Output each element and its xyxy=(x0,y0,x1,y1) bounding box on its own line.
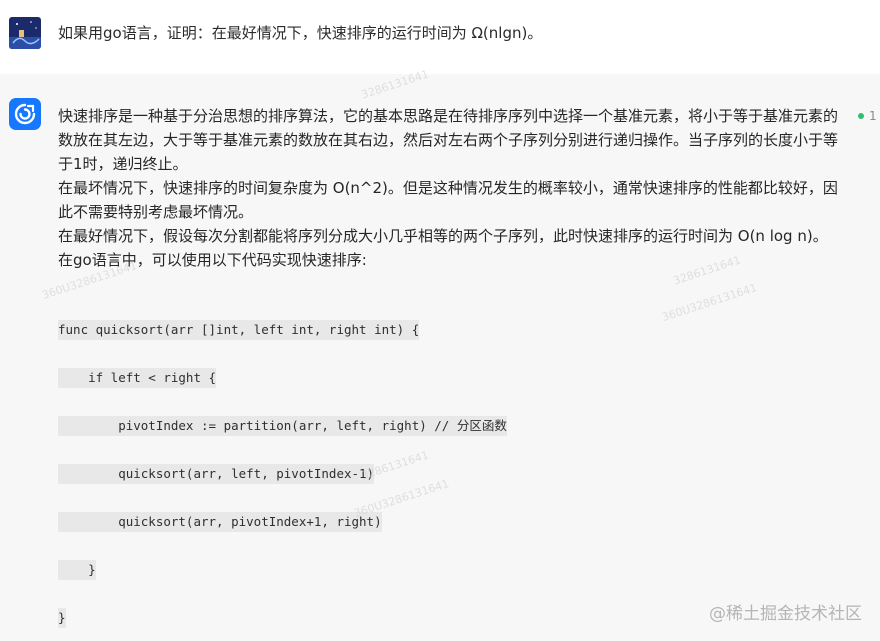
code-line: func quicksort(arr []int, left int, righ… xyxy=(58,320,420,340)
assistant-message-row: 1 快速排序是一种基于分治思想的排序算法，它的基本思路是在待排序序列中选择一个基… xyxy=(0,68,880,641)
code-line: } xyxy=(58,560,96,580)
code-line: } xyxy=(58,608,66,628)
answer-paragraph: 在go语言中，可以使用以下代码实现快速排序: xyxy=(58,251,367,269)
user-question-text: 如果用go语言，证明：在最好情况下，快速排序的运行时间为 Ω(nlgn)。 xyxy=(58,24,543,42)
code-line: quicksort(arr, left, pivotIndex-1) xyxy=(58,464,375,484)
code-line: if left < right { xyxy=(58,368,217,388)
code-line: pivotIndex := partition(arr, left, right… xyxy=(58,416,507,436)
assistant-avatar-icon xyxy=(9,98,41,130)
status-label: 1 xyxy=(869,109,877,123)
site-watermark: @稀土掘金技术社区 xyxy=(709,604,862,624)
answer-paragraph: 在最坏情况下，快速排序的时间复杂度为 O(n^2)。但是这种情况发生的概率较小，… xyxy=(58,179,838,221)
answer-paragraph: 在最好情况下，假设每次分割都能将序列分成大小几乎相等的两个子序列，此时快速排序的… xyxy=(58,227,828,245)
watermark-text: 360U3286131641 xyxy=(660,281,759,324)
response-status[interactable]: 1 xyxy=(858,109,877,123)
answer-paragraph: 快速排序是一种基于分治思想的排序算法，它的基本思路是在待排序序列中选择一个基准元… xyxy=(58,107,839,173)
user-message-row: 如果用go语言，证明：在最好情况下，快速排序的运行时间为 Ω(nlgn)。 xyxy=(0,0,880,74)
assistant-answer: 快速排序是一种基于分治思想的排序算法，它的基本思路是在待排序序列中选择一个基准元… xyxy=(58,104,838,272)
user-avatar xyxy=(9,17,41,49)
status-dot-icon xyxy=(858,113,864,119)
code-line: quicksort(arr, pivotIndex+1, right) xyxy=(58,512,382,532)
